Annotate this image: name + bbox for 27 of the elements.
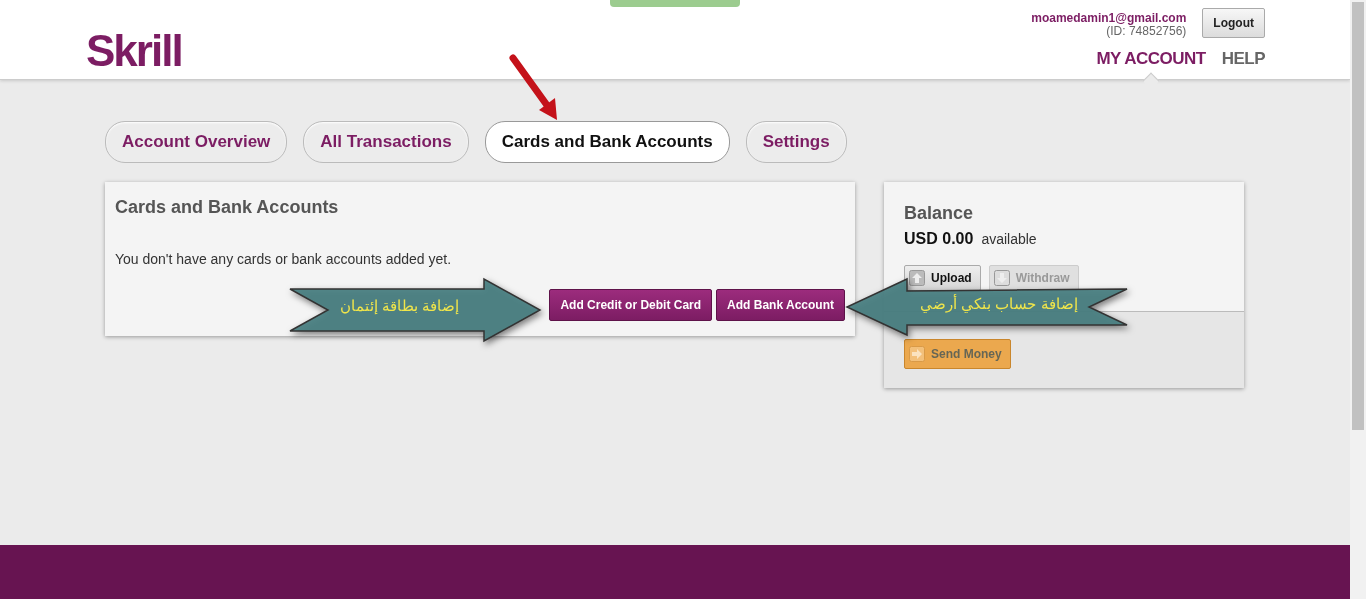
- tab[interactable]: All Transactions: [303, 121, 469, 163]
- balance-note: available: [981, 229, 1037, 249]
- logout-button[interactable]: Logout: [1202, 8, 1265, 38]
- tab[interactable]: Account Overview: [105, 121, 288, 163]
- logo[interactable]: Skrill: [86, 29, 182, 79]
- scrollbar[interactable]: [1350, 0, 1366, 599]
- callout-text: إضافة حساب بنكي أرضي: [920, 293, 1078, 315]
- account-id: (ID: 74852756): [1106, 25, 1187, 39]
- add-button[interactable]: Add Credit or Debit Card: [549, 288, 713, 321]
- nav-link-item[interactable]: HELP: [1221, 49, 1265, 69]
- panel-title: Cards and Bank Accounts: [115, 195, 340, 219]
- nav-link-item[interactable]: MY ACCOUNT: [1096, 49, 1206, 69]
- account-email: moamedamin1@gmail.com: [1031, 12, 1187, 26]
- upload-button[interactable]: Upload: [904, 264, 981, 291]
- callout-text: إضافة بطاقة إئتمان: [340, 296, 460, 316]
- balance-amount: USD 0.00: [904, 228, 974, 249]
- notification-tab[interactable]: [610, 0, 740, 7]
- up-arrow-icon: [909, 269, 925, 286]
- scrollbar-thumb[interactable]: [1352, 2, 1364, 430]
- right-arrow-icon: [909, 345, 925, 362]
- tab[interactable]: Settings: [745, 121, 847, 163]
- empty-message: You don't have any cards or bank accounts added yet.: [115, 249, 452, 269]
- down-arrow-icon: [993, 269, 1010, 286]
- pointer-arrow: [509, 54, 557, 120]
- tab[interactable]: Cards and Bank Accounts: [484, 121, 730, 163]
- balance-title: Balance: [904, 201, 975, 225]
- add-button[interactable]: Add Bank Account: [716, 288, 845, 321]
